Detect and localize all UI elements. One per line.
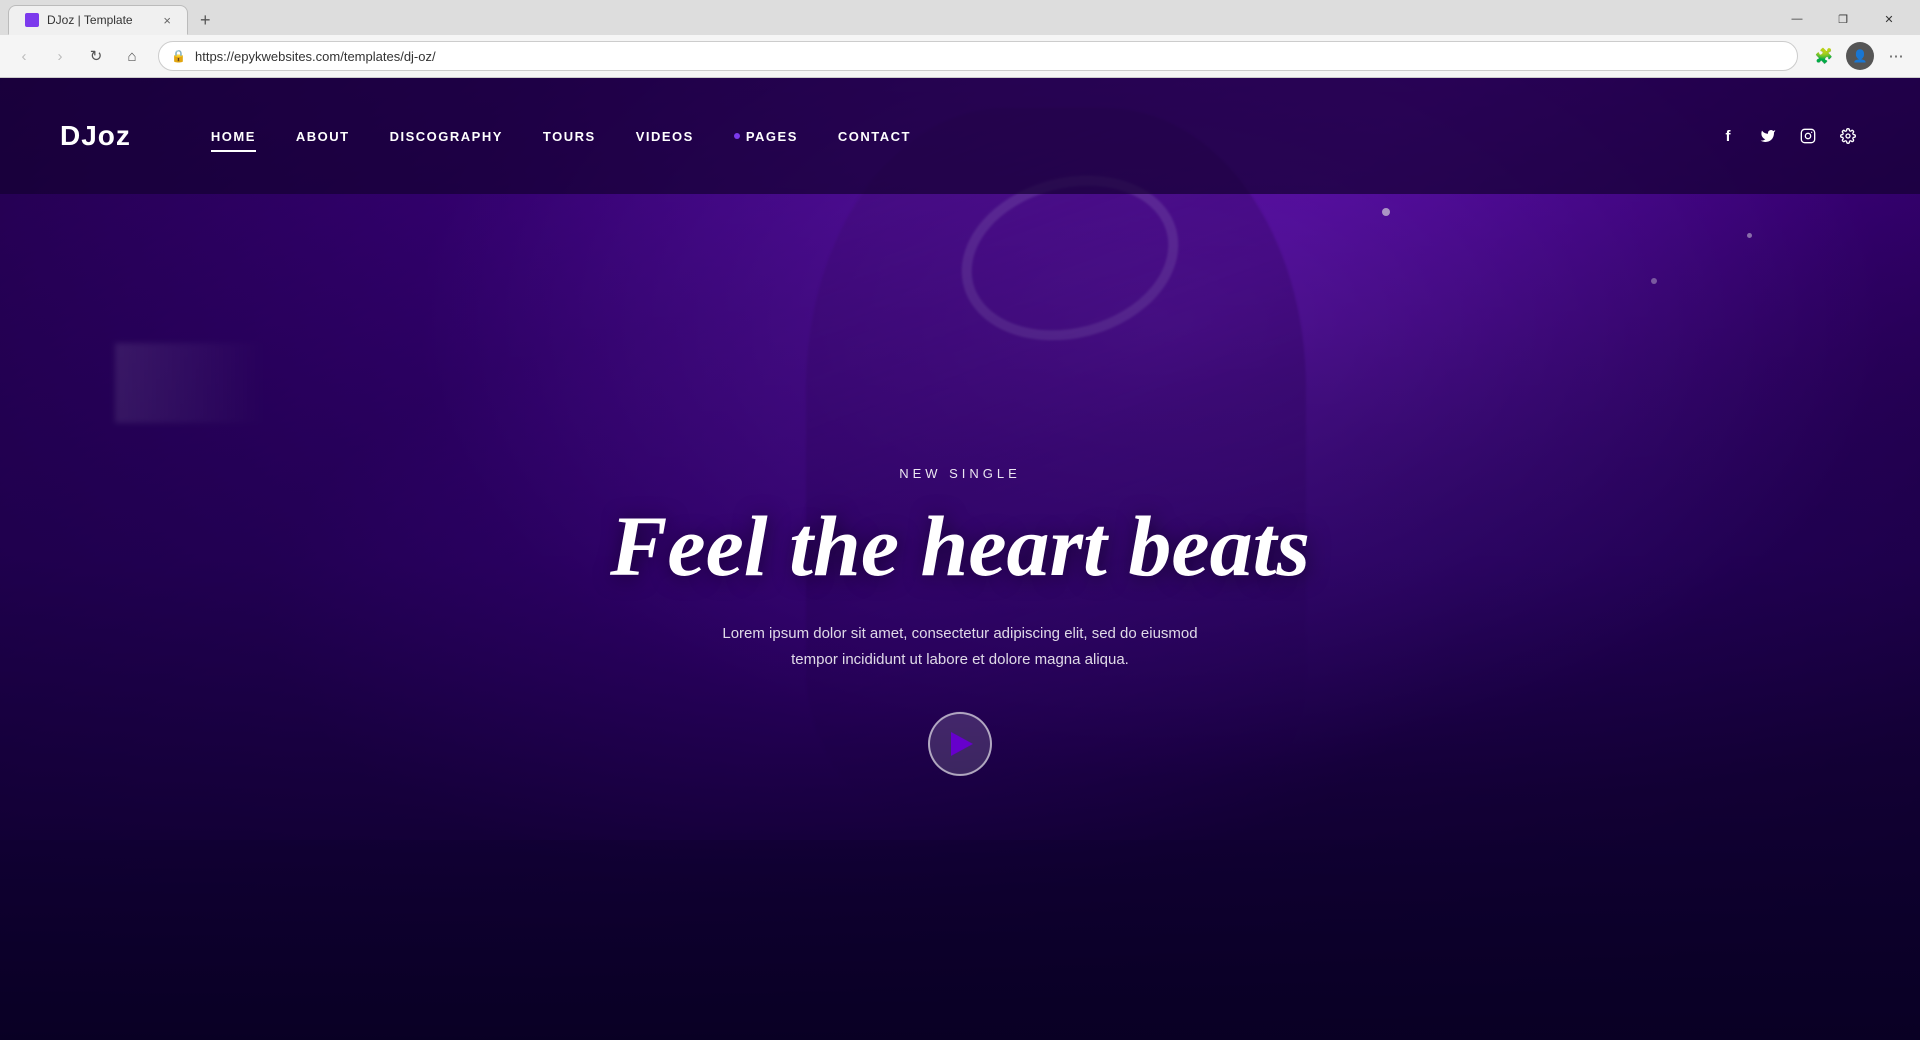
browser-window: DJoz | Template × + — ❐ ✕ ‹ › ↻ ⌂ 🔒 http…: [0, 0, 1920, 1040]
facebook-icon[interactable]: f: [1716, 124, 1740, 148]
settings-icon[interactable]: [1836, 124, 1860, 148]
refresh-button[interactable]: ↻: [80, 40, 112, 72]
extensions-button[interactable]: 🧩: [1808, 40, 1840, 72]
window-controls: — ❐ ✕: [1774, 3, 1912, 35]
forward-button[interactable]: ›: [44, 40, 76, 72]
profile-button[interactable]: 👤: [1844, 40, 1876, 72]
website-content: DJoz HOME ABOUT DISCOGRAPHY TOURS: [0, 78, 1920, 1040]
nav-item-contact[interactable]: CONTACT: [838, 125, 911, 148]
instagram-icon[interactable]: [1796, 124, 1820, 148]
hero-title: Feel the heart beats: [610, 501, 1310, 591]
lock-icon: 🔒: [171, 49, 186, 63]
avatar-icon: 👤: [1853, 49, 1868, 63]
extensions-icon: 🧩: [1815, 47, 1834, 65]
address-bar[interactable]: 🔒 https://epykwebsites.com/templates/dj-…: [158, 41, 1798, 71]
twitter-icon[interactable]: [1756, 124, 1780, 148]
navbar: DJoz HOME ABOUT DISCOGRAPHY TOURS: [0, 78, 1920, 194]
nav-item-tours[interactable]: TOURS: [543, 125, 596, 148]
nav-item-videos[interactable]: VIDEOS: [636, 125, 694, 148]
hero-content: NEW SINGLE Feel the heart beats Lorem ip…: [610, 466, 1310, 776]
toolbar: ‹ › ↻ ⌂ 🔒 https://epykwebsites.com/templ…: [0, 35, 1920, 78]
tab-close-button[interactable]: ×: [163, 13, 171, 28]
nav-item-home[interactable]: HOME: [211, 125, 256, 148]
active-tab[interactable]: DJoz | Template ×: [8, 5, 188, 35]
tab-strip: DJoz | Template × + — ❐ ✕: [0, 0, 1920, 35]
new-tab-button[interactable]: +: [188, 5, 223, 35]
site-logo[interactable]: DJoz: [60, 120, 131, 152]
close-button[interactable]: ✕: [1866, 3, 1912, 35]
nav-item-pages[interactable]: PAGES: [734, 125, 798, 148]
hero-description: Lorem ipsum dolor sit amet, consectetur …: [710, 621, 1210, 672]
url-text: https://epykwebsites.com/templates/dj-oz…: [195, 49, 436, 64]
home-button[interactable]: ⌂: [116, 40, 148, 72]
toolbar-right: 🧩 👤 ⋯: [1808, 40, 1912, 72]
tab-title: DJoz | Template: [47, 13, 133, 27]
nav-item-about[interactable]: ABOUT: [296, 125, 350, 148]
restore-button[interactable]: ❐: [1820, 3, 1866, 35]
avatar: 👤: [1846, 42, 1874, 70]
play-button[interactable]: [928, 712, 992, 776]
tab-favicon: [25, 13, 39, 27]
minimize-button[interactable]: —: [1774, 3, 1820, 35]
pages-dot: [734, 133, 740, 139]
social-icons: f: [1716, 124, 1860, 148]
nav-menu: HOME ABOUT DISCOGRAPHY TOURS VIDEOS: [211, 125, 1676, 148]
hero-section: DJoz HOME ABOUT DISCOGRAPHY TOURS: [0, 78, 1920, 1040]
menu-button[interactable]: ⋯: [1880, 40, 1912, 72]
nav-item-discography[interactable]: DISCOGRAPHY: [390, 125, 503, 148]
hero-subtitle: NEW SINGLE: [610, 466, 1310, 481]
back-button[interactable]: ‹: [8, 40, 40, 72]
